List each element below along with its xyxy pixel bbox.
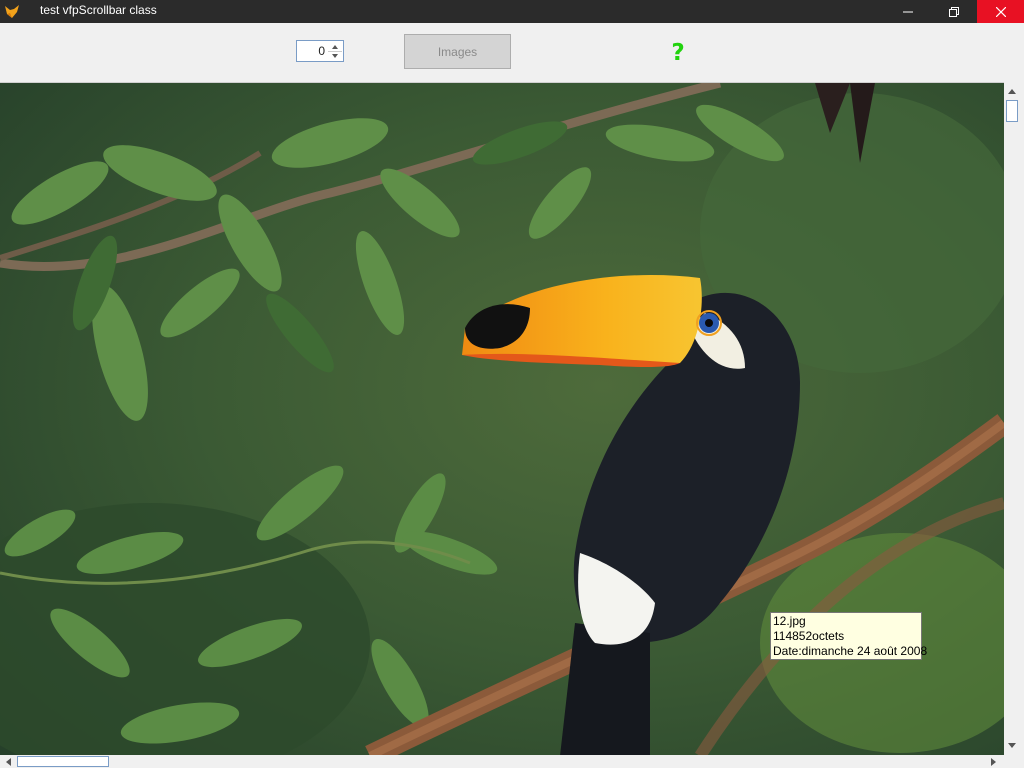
vertical-scroll-thumb[interactable] [1006, 100, 1018, 122]
toolbar: 0 Images ? [0, 23, 1024, 82]
restore-icon [948, 6, 959, 17]
close-button[interactable] [977, 0, 1024, 23]
chevron-up-icon [332, 44, 338, 49]
image-index-spinner[interactable]: 0 [296, 40, 344, 62]
scroll-up-button[interactable] [1006, 84, 1018, 98]
fox-app-icon[interactable] [3, 3, 21, 21]
horizontal-scrollbar[interactable] [0, 755, 1004, 768]
spin-down-button[interactable] [328, 51, 342, 60]
minimize-button[interactable] [885, 0, 930, 23]
tooltip-filesize: 114852octets [773, 629, 845, 643]
chevron-right-icon [990, 757, 996, 766]
close-icon [995, 6, 1006, 17]
title-bar: test vfpScrollbar class [0, 0, 1024, 23]
minimize-icon [902, 11, 913, 12]
restore-button[interactable] [931, 0, 976, 23]
chevron-down-icon [1008, 742, 1016, 748]
chevron-up-icon [1008, 88, 1016, 94]
image-info-tooltip: 12.jpg 114852octets Date:dimanche 24 aoû… [770, 612, 928, 660]
scroll-left-button[interactable] [2, 755, 14, 768]
tooltip-filename: 12.jpg [773, 614, 806, 628]
horizontal-scroll-thumb[interactable] [17, 756, 109, 767]
help-icon[interactable]: ? [666, 39, 690, 67]
scroll-right-button[interactable] [986, 755, 1000, 768]
spinner-value[interactable]: 0 [297, 41, 325, 61]
images-button[interactable]: Images [404, 34, 511, 69]
scroll-down-button[interactable] [1006, 738, 1018, 752]
window-title: test vfpScrollbar class [40, 3, 157, 17]
tooltip-date: Date:dimanche 24 août 2008 [773, 644, 928, 658]
vertical-scrollbar[interactable] [1004, 82, 1020, 755]
chevron-down-icon [332, 53, 338, 58]
chevron-left-icon [5, 757, 11, 766]
